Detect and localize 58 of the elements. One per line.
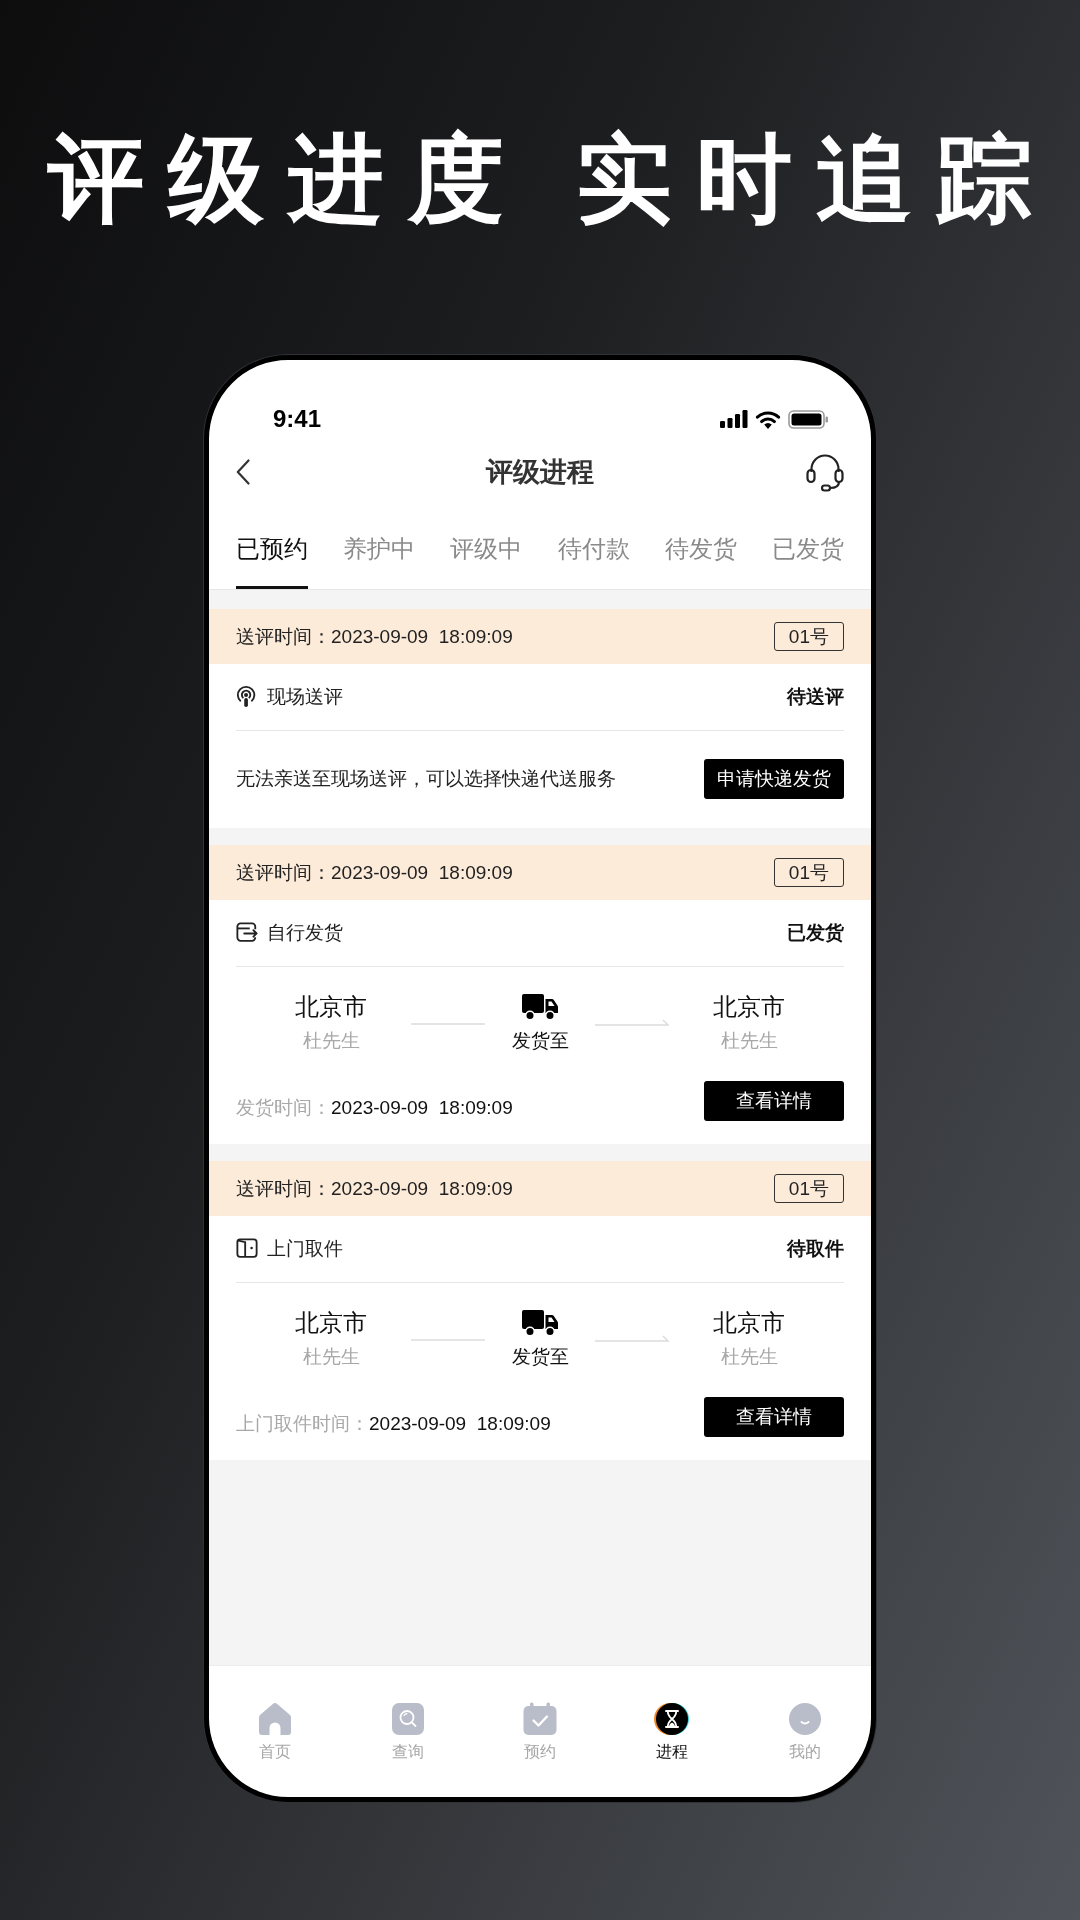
- route-label: 发货至: [511, 1345, 569, 1369]
- battery-icon: [788, 409, 829, 429]
- apply-express-button[interactable]: 申请快递发货: [704, 759, 844, 799]
- tab[interactable]: 评级中: [450, 532, 523, 589]
- origin-city: 北京市: [295, 992, 367, 1022]
- home-icon: [257, 1701, 294, 1737]
- order-status: 待取件: [787, 1237, 844, 1261]
- number-tag: 01号: [773, 858, 844, 887]
- pickup-time: 2023-09-09 18:09:09: [369, 1412, 551, 1436]
- status-time: 9:41: [273, 404, 322, 434]
- route-label: 发货至: [511, 1029, 569, 1053]
- truck-icon: [522, 993, 558, 1021]
- view-details-button[interactable]: 查看详情: [704, 1081, 844, 1121]
- pickup-time-label: 上门取件时间：: [236, 1412, 369, 1436]
- service-note: 无法亲送至现场送评，可以选择快递代送服务: [236, 767, 616, 791]
- search-icon: [389, 1701, 426, 1737]
- wifi-icon: [755, 409, 781, 429]
- order-status: 待送评: [787, 685, 844, 709]
- ship-time: 2023-09-09 18:09:09: [331, 1096, 513, 1120]
- tab[interactable]: 养护中: [343, 532, 416, 589]
- tab[interactable]: 待付款: [557, 532, 630, 589]
- delivery-method: 上门取件: [267, 1237, 343, 1261]
- order-status: 已发货: [787, 921, 844, 945]
- headline: 评级进度 实时追踪: [46, 125, 1056, 235]
- location-signal-icon: [236, 685, 258, 709]
- submit-time: 送评时间：2023-09-09 18:09:09: [236, 1176, 513, 1201]
- calendar-check-icon: [522, 1701, 558, 1737]
- origin-contact: 杜先生: [302, 1345, 360, 1369]
- submit-time: 送评时间：2023-09-09 18:09:09: [236, 860, 513, 885]
- hourglass-icon: [654, 1701, 691, 1737]
- destination-city: 北京市: [713, 992, 785, 1022]
- truck-icon: [522, 1309, 558, 1337]
- submit-time: 送评时间：2023-09-09 18:09:09: [236, 624, 513, 649]
- back-icon[interactable]: [236, 459, 250, 485]
- origin-contact: 杜先生: [302, 1029, 360, 1053]
- destination-city: 北京市: [713, 1308, 785, 1338]
- destination-contact: 杜先生: [720, 1345, 778, 1369]
- delivery-method: 自行发货: [267, 921, 343, 945]
- destination-contact: 杜先生: [720, 1029, 778, 1053]
- ship-time-label: 发货时间：: [236, 1096, 331, 1120]
- view-details-button[interactable]: 查看详情: [704, 1397, 844, 1437]
- origin-city: 北京市: [295, 1308, 367, 1338]
- nav-tab[interactable]: 我的: [738, 1701, 871, 1763]
- nav-tab[interactable]: 首页: [209, 1701, 342, 1763]
- smiley-icon: [786, 1701, 823, 1737]
- page-title: 评级进程: [486, 456, 594, 489]
- nav-tab[interactable]: 进程: [606, 1701, 739, 1763]
- signal-icon: [720, 410, 748, 428]
- number-tag: 01号: [773, 622, 844, 651]
- headset-icon[interactable]: [806, 452, 844, 492]
- delivery-method: 现场送评: [267, 685, 343, 709]
- door-icon: [236, 1237, 258, 1261]
- nav-tab[interactable]: 预约: [473, 1701, 607, 1763]
- tab[interactable]: 已发货: [771, 532, 844, 589]
- nav-tab[interactable]: 查询: [341, 1701, 474, 1763]
- tab[interactable]: 待发货: [664, 532, 737, 589]
- box-arrow-icon: [236, 921, 258, 945]
- number-tag: 01号: [773, 1174, 844, 1203]
